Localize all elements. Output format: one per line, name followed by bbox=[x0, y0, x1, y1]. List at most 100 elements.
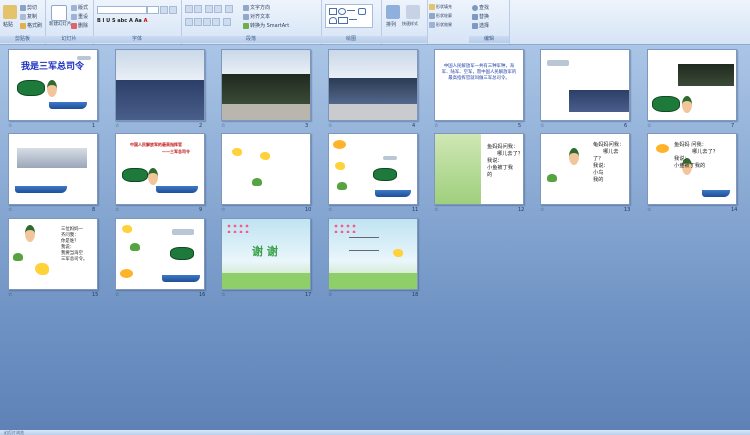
font-format-buttons[interactable]: B I U S abc A Aa A bbox=[97, 18, 147, 24]
ship-icon bbox=[375, 190, 411, 197]
bird-icon bbox=[122, 225, 132, 233]
balloons-icon bbox=[226, 223, 250, 233]
slide-10-star: ☆ bbox=[221, 207, 226, 213]
format-painter-button[interactable]: 格式刷 bbox=[20, 22, 42, 29]
slide-8-number: 8 bbox=[92, 207, 96, 213]
slide-17-star: ☆ bbox=[221, 292, 226, 298]
paste-icon[interactable] bbox=[3, 5, 17, 19]
rectangle-shape-icon[interactable] bbox=[329, 8, 337, 15]
slide-thumbnail-4[interactable] bbox=[328, 49, 418, 121]
decrease-indent-icon[interactable] bbox=[205, 5, 213, 13]
slide-12-number: 12 bbox=[518, 207, 525, 213]
font-name-combo[interactable] bbox=[97, 6, 147, 14]
slide-14-star: ☆ bbox=[647, 207, 652, 213]
replace-icon bbox=[472, 13, 478, 20]
smartart-button[interactable]: 转换为 SmartArt bbox=[243, 22, 289, 29]
fish-icon bbox=[333, 140, 346, 149]
slide-thumbnail-14[interactable]: 鱼妈妈 问我： 哪儿去了？ 我说： 小鱼被丁我的 bbox=[647, 133, 737, 205]
copy-button[interactable]: 复制 bbox=[20, 13, 37, 20]
slide-16-star: ☆ bbox=[115, 292, 120, 298]
slide-thumbnail-18[interactable] bbox=[328, 218, 418, 290]
turtle-icon bbox=[547, 174, 557, 182]
soldier-icon bbox=[148, 168, 158, 185]
arrange-group: 排列 快速样式 bbox=[381, 0, 428, 44]
tank-icon bbox=[170, 247, 194, 260]
slide-1-title: 我是三军总司令 bbox=[21, 62, 85, 72]
align-center-icon[interactable] bbox=[194, 18, 202, 26]
shrink-font-icon[interactable] bbox=[169, 6, 177, 14]
ground bbox=[222, 104, 310, 120]
text-direction-button[interactable]: 文字方向 bbox=[243, 4, 270, 11]
slide-thumbnail-13[interactable]: 龟妈妈问我： 哪儿去 了？ 我说： 小鸟 我的 bbox=[540, 133, 630, 205]
slide-thumbnail-11[interactable] bbox=[328, 133, 418, 205]
soldier-icon bbox=[569, 148, 579, 165]
bullets-icon[interactable] bbox=[185, 5, 193, 13]
slide-thumbnail-2[interactable] bbox=[115, 49, 205, 121]
ground bbox=[329, 104, 417, 120]
increase-indent-icon[interactable] bbox=[214, 5, 222, 13]
numbering-icon[interactable] bbox=[194, 5, 202, 13]
layout-button[interactable]: 版式 bbox=[71, 4, 88, 11]
align-left-icon[interactable] bbox=[185, 18, 193, 26]
chick-icon bbox=[35, 263, 49, 275]
columns-icon[interactable] bbox=[223, 18, 231, 26]
arrange-button[interactable]: 排列 bbox=[386, 21, 396, 28]
shape-effects-button[interactable]: 形状效果 bbox=[429, 22, 452, 28]
reset-button[interactable]: 重设 bbox=[71, 13, 88, 20]
editing-group-label: 编辑 bbox=[469, 36, 509, 43]
select-button[interactable]: 选择 bbox=[472, 22, 489, 29]
troops-photo bbox=[17, 148, 87, 168]
slide-thumbnail-3[interactable] bbox=[221, 49, 311, 121]
slide-thumbnail-16[interactable] bbox=[115, 218, 205, 290]
cut-button[interactable]: 剪切 bbox=[20, 4, 37, 11]
new-slide-button[interactable]: 新建幻灯片 bbox=[49, 21, 72, 27]
drawing-group-label: 绘图 bbox=[321, 36, 381, 43]
oval-shape-icon[interactable] bbox=[338, 8, 346, 15]
align-right-icon[interactable] bbox=[203, 18, 211, 26]
arch-shape-icon[interactable] bbox=[329, 17, 337, 24]
slide-18-star: ☆ bbox=[328, 292, 333, 298]
shape-outline-button[interactable]: 形状轮廓 bbox=[429, 13, 452, 19]
clipboard-group-label: 剪贴板 bbox=[0, 36, 45, 43]
slide-thumbnail-10[interactable] bbox=[221, 133, 311, 205]
slide-thumbnail-15[interactable]: 三位妈妈一 齐问我： 你是谁？ 我说： 我要当海空 三军总司令。 bbox=[8, 218, 98, 290]
replace-button[interactable]: 替换 bbox=[472, 13, 489, 20]
shape-fill-button[interactable]: 形状填充 bbox=[429, 4, 452, 10]
align-text-button[interactable]: 对齐文本 bbox=[243, 13, 270, 20]
slide-thumbnail-9[interactable]: 中国人民解放军的最高指挥官 ——三军总司令 bbox=[115, 133, 205, 205]
textbox-shape-icon[interactable] bbox=[338, 17, 348, 24]
shapes-gallery[interactable] bbox=[325, 4, 373, 28]
delete-button[interactable]: 删除 bbox=[71, 22, 88, 29]
paste-button[interactable]: 粘贴 bbox=[3, 21, 13, 28]
rounded-rect-shape-icon[interactable] bbox=[358, 8, 366, 15]
slide-thumbnail-5[interactable]: 中国人民解放军一共有三种军种，海军、陆军、空军，而中国人民解放军的最高指挥官就叫… bbox=[434, 49, 524, 121]
find-button[interactable]: 查找 bbox=[472, 4, 489, 11]
sky-background bbox=[222, 50, 310, 74]
slide-thumbnail-12[interactable]: 鱼妈妈问我： 哪儿去了？ 我说： 小鱼被丁我 的 bbox=[434, 133, 524, 205]
slide-9-number: 9 bbox=[199, 207, 203, 213]
paragraph-group-label: 段落 bbox=[181, 36, 321, 43]
line-shape-icon[interactable] bbox=[347, 10, 355, 11]
quick-styles-icon[interactable] bbox=[406, 5, 420, 19]
slide-thumbnail-8[interactable] bbox=[8, 133, 98, 205]
slide-thumbnail-7[interactable] bbox=[647, 49, 737, 121]
justify-icon[interactable] bbox=[212, 18, 220, 26]
soldier-icon bbox=[25, 225, 35, 242]
slides-group: 新建幻灯片 版式 重设 删除 幻灯片 bbox=[45, 0, 94, 44]
font-size-combo[interactable] bbox=[147, 6, 159, 14]
quick-styles-button[interactable]: 快速样式 bbox=[402, 21, 418, 27]
grow-font-icon[interactable] bbox=[160, 6, 168, 14]
slide-7-star: ☆ bbox=[647, 123, 652, 129]
slide-thumbnail-1[interactable]: 我是三军总司令 bbox=[8, 49, 98, 121]
line-spacing-icon[interactable] bbox=[225, 5, 233, 13]
troops-photo bbox=[678, 64, 734, 86]
arrange-icon[interactable] bbox=[386, 5, 400, 19]
plane-icon bbox=[172, 229, 194, 235]
slide-17-number: 17 bbox=[305, 292, 312, 298]
arrow-shape-icon[interactable] bbox=[349, 19, 357, 20]
slide-thumbnail-6[interactable] bbox=[540, 49, 630, 121]
ribbon: 粘贴 剪切 复制 格式刷 剪贴板 新建幻灯片 版式 重设 删除 幻灯片 B I … bbox=[0, 0, 750, 45]
slide-thumbnail-17[interactable]: 谢 谢 bbox=[221, 218, 311, 290]
slide-8-star: ☆ bbox=[8, 207, 13, 213]
new-slide-icon[interactable] bbox=[51, 5, 67, 21]
